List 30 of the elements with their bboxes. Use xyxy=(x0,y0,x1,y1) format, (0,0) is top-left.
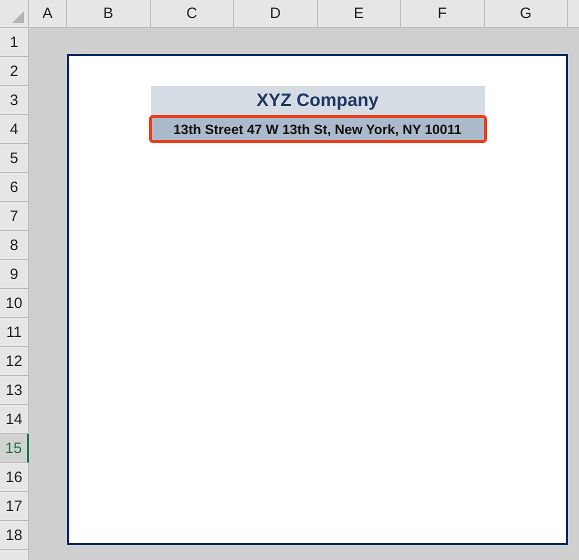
column-header[interactable]: F xyxy=(401,0,484,28)
column-header[interactable]: E xyxy=(318,0,401,28)
row-header[interactable]: 17 xyxy=(0,492,29,521)
row-header[interactable]: 6 xyxy=(0,173,29,202)
row-header[interactable] xyxy=(0,550,29,560)
row-header[interactable]: 10 xyxy=(0,289,29,318)
column-header[interactable]: B xyxy=(67,0,150,28)
row-header[interactable]: 3 xyxy=(0,86,29,115)
company-title: XYZ Company xyxy=(150,86,484,115)
row-header[interactable]: 5 xyxy=(0,144,29,173)
row-header[interactable]: 4 xyxy=(0,115,29,144)
row-header[interactable]: 15 xyxy=(0,434,29,463)
row-header[interactable]: 2 xyxy=(0,57,29,86)
address-cell: 13th Street 47 W 13th St, New York, NY 10011 xyxy=(148,115,486,143)
row-header[interactable]: 18 xyxy=(0,521,29,550)
column-header[interactable]: A xyxy=(29,0,67,28)
row-header[interactable]: 7 xyxy=(0,202,29,231)
column-header[interactable]: G xyxy=(484,0,568,28)
select-all-icon[interactable] xyxy=(12,11,24,23)
row-header[interactable]: 11 xyxy=(0,318,29,347)
row-header[interactable]: 1 xyxy=(0,28,29,57)
row-header[interactable]: 12 xyxy=(0,347,29,376)
row-header[interactable]: 16 xyxy=(0,463,29,492)
row-header[interactable]: 14 xyxy=(0,405,29,434)
column-header[interactable] xyxy=(568,0,579,28)
column-header[interactable]: D xyxy=(234,0,318,28)
row-header[interactable]: 9 xyxy=(0,260,29,289)
row-header[interactable]: 13 xyxy=(0,376,29,405)
row-header[interactable]: 8 xyxy=(0,231,29,260)
column-header[interactable]: C xyxy=(150,0,234,28)
